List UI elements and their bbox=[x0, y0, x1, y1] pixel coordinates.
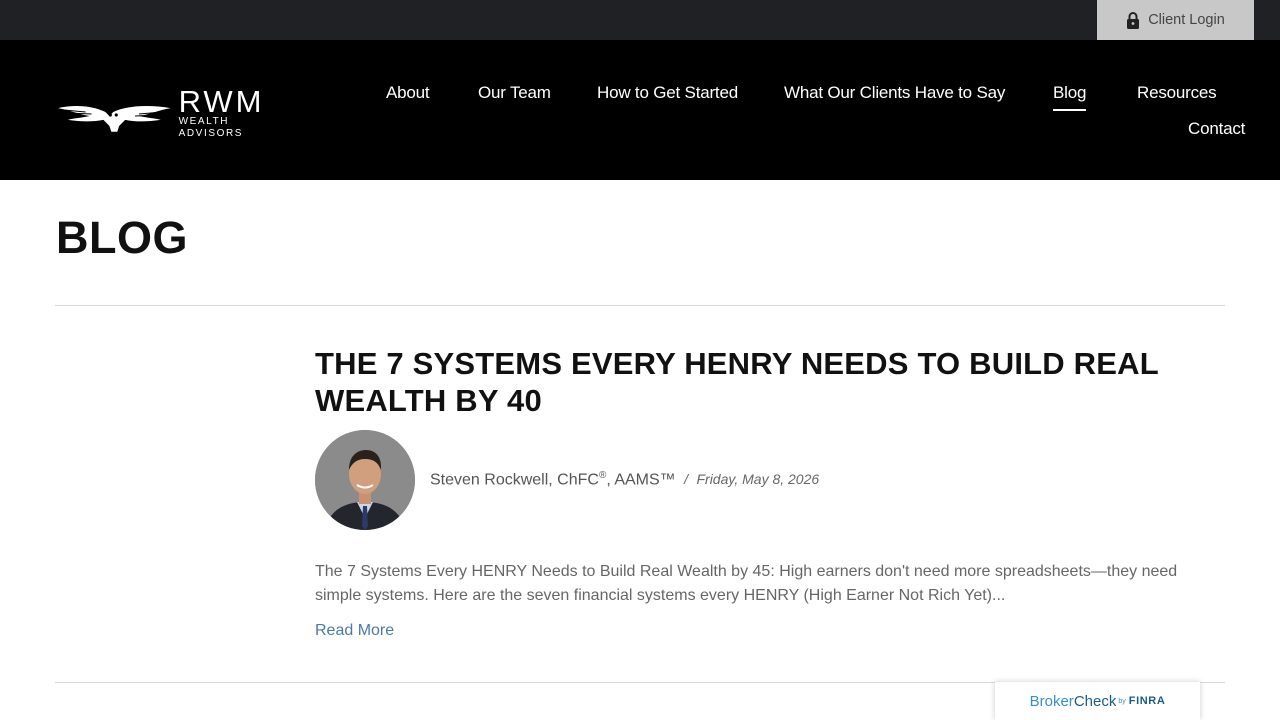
nav-item-about[interactable]: About bbox=[386, 83, 430, 103]
client-login-button[interactable]: Client Login bbox=[1097, 0, 1254, 40]
date-separator: / bbox=[684, 471, 689, 488]
site-header: RWM WEALTH ADVISORS About Our Team How t… bbox=[0, 40, 1280, 180]
nav-item-how-to-get-started[interactable]: How to Get Started bbox=[597, 83, 738, 103]
lock-icon bbox=[1127, 11, 1140, 29]
author-avatar bbox=[315, 430, 415, 530]
author-credentials: , AAMS™ bbox=[606, 471, 676, 489]
brokercheck-finra: FINRA bbox=[1128, 695, 1166, 707]
nav-item-our-team[interactable]: Our Team bbox=[478, 83, 551, 103]
nav-item-clients-say[interactable]: What Our Clients Have to Say bbox=[784, 83, 1005, 103]
client-login-label: Client Login bbox=[1148, 12, 1225, 28]
site-logo[interactable]: RWM WEALTH ADVISORS bbox=[56, 86, 296, 139]
divider bbox=[55, 305, 1225, 306]
post-title[interactable]: THE 7 SYSTEMS EVERY HENRY NEEDS TO BUILD… bbox=[315, 345, 1215, 419]
brokercheck-check: Check bbox=[1073, 692, 1117, 710]
read-more-link[interactable]: Read More bbox=[315, 622, 394, 640]
post-excerpt: The 7 Systems Every HENRY Needs to Build… bbox=[315, 563, 1178, 604]
nav-item-resources[interactable]: Resources bbox=[1137, 83, 1217, 103]
brokercheck-badge[interactable]: Broker Check by FINRA bbox=[995, 682, 1200, 720]
nav-item-contact[interactable]: Contact bbox=[1188, 119, 1245, 139]
owl-icon bbox=[57, 106, 171, 132]
post-byline: Steven Rockwell, ChFC®, AAMS™ / Friday, … bbox=[430, 470, 819, 489]
logo-tagline: WEALTH ADVISORS bbox=[178, 116, 244, 139]
page-title: BLOG bbox=[56, 212, 188, 263]
author-name[interactable]: Steven Rockwell, ChFC bbox=[430, 471, 599, 488]
logo-name: RWM bbox=[178, 84, 265, 119]
brokercheck-by: by bbox=[1118, 697, 1126, 705]
utility-bar: Client Login bbox=[0, 0, 1280, 40]
post-date: Friday, May 8, 2026 bbox=[696, 471, 820, 488]
nav-item-blog[interactable]: Blog bbox=[1053, 83, 1086, 111]
brokercheck-broker: Broker bbox=[1029, 692, 1074, 710]
